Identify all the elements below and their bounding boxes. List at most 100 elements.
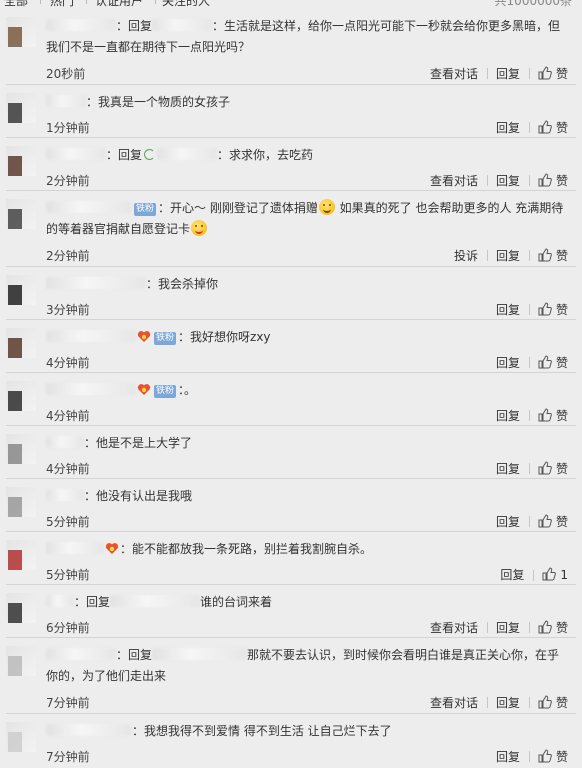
like-button[interactable]: 赞 (528, 694, 568, 711)
avatar[interactable] (6, 275, 36, 305)
like-button[interactable]: 1 (533, 567, 568, 582)
like-button[interactable]: 赞 (528, 119, 568, 136)
reply-link[interactable]: 回复 (487, 407, 529, 424)
comment-time: 4分钟前 (46, 409, 90, 423)
like-count: 赞 (555, 409, 568, 423)
like-count: 赞 (555, 303, 568, 317)
comment-text: ：回复 ：生活就是这样，给你一点阳光可能下一秒就会给你更多黑暗，但我们不是一直都在… (46, 16, 570, 58)
comment-text: ：他没有认出是我哦 (46, 486, 570, 507)
reply-link[interactable]: 回复 (486, 694, 529, 711)
username-blurred[interactable] (46, 201, 132, 213)
avatar[interactable] (6, 434, 36, 464)
username-blurred[interactable] (46, 436, 84, 448)
like-button[interactable]: 赞 (528, 407, 568, 424)
tongue-emoji-icon (191, 220, 208, 236)
comment-item: 铁粉：。 4分钟前 回复 赞 (0, 373, 582, 426)
like-button[interactable]: 赞 (528, 748, 568, 765)
comment-actions: 回复 赞 (487, 460, 568, 477)
username-blurred[interactable] (46, 648, 116, 660)
reply-link[interactable]: 回复 (487, 301, 529, 318)
avatar[interactable] (6, 722, 36, 752)
comment-text: ：我真是一个物质的女孩子 (46, 92, 570, 113)
username-blurred[interactable] (46, 724, 132, 736)
username-blurred[interactable] (46, 489, 84, 501)
comment-text: 铁粉 ：开心～ 刚刚登记了遗体捐赠 如果真的死了 也会帮助更多的人 充满期待的等着… (46, 198, 570, 240)
reply-prefix: ：回复 (106, 148, 143, 162)
comment-body: ：我真是一个物质的女孩子 (86, 95, 231, 109)
comment-time: 5分钟前 (46, 515, 90, 529)
avatar[interactable] (6, 593, 36, 623)
reply-target-blurred[interactable] (110, 595, 201, 607)
tab-following[interactable]: 关注的人 (162, 0, 210, 9)
reply-link[interactable]: 回复 (486, 619, 529, 636)
like-button[interactable]: 赞 (528, 172, 568, 189)
avatar[interactable] (6, 328, 36, 358)
like-count: 赞 (555, 621, 568, 635)
tab-divider (40, 0, 41, 4)
comment-actions: 查看对话 回复 赞 (421, 619, 568, 636)
reply-link[interactable]: 回复 (486, 247, 529, 264)
thumbs-up-icon (538, 514, 556, 529)
report-link[interactable]: 投诉 (445, 247, 487, 264)
tab-divider (86, 0, 87, 4)
username-blurred[interactable] (46, 148, 106, 160)
avatar[interactable] (6, 199, 36, 229)
username-blurred[interactable] (46, 277, 146, 289)
username-blurred[interactable] (46, 595, 74, 607)
like-button[interactable]: 赞 (528, 247, 568, 264)
username-blurred[interactable] (46, 330, 136, 342)
comment-time: 3分钟前 (46, 303, 90, 317)
like-button[interactable]: 赞 (528, 513, 568, 530)
comment-item: 铁粉 ：开心～ 刚刚登记了遗体捐赠 如果真的死了 也会帮助更多的人 充满期待的等着… (0, 191, 582, 267)
reply-target-blurred[interactable] (157, 148, 218, 160)
comment-text: ：我想我得不到爱情 得不到生活 让自己烂下去了 (46, 721, 570, 742)
filter-tabs: 全部 热门 认证用户 关注的人 共1000000条 (0, 0, 582, 9)
comment-text: ：回复 那就不要去认识，到时候你会看明白谁是真正关心你，在乎你的，为了他们走出来 (46, 645, 570, 687)
comment-actions: 回复 赞 (487, 354, 568, 371)
reply-link[interactable]: 回复 (487, 748, 529, 765)
reply-link[interactable]: 回复 (487, 354, 529, 371)
like-count: 赞 (555, 67, 568, 81)
reply-link[interactable]: 回复 (487, 460, 529, 477)
avatar[interactable] (6, 540, 36, 570)
avatar[interactable] (6, 17, 36, 47)
tab-verified-users[interactable]: 认证用户 (95, 0, 143, 9)
tab-hot[interactable]: 热门 (50, 0, 74, 9)
reply-target-blurred[interactable] (152, 19, 213, 31)
reply-link[interactable]: 回复 (486, 172, 529, 189)
view-conversation-link[interactable]: 查看对话 (421, 694, 487, 711)
like-button[interactable]: 赞 (528, 619, 568, 636)
avatar[interactable] (6, 93, 36, 123)
username-blurred[interactable] (46, 19, 116, 31)
username-blurred[interactable] (46, 95, 86, 107)
comment-text: ：能不能都放我一条死路，别拦着我割腕自杀。 (46, 539, 570, 560)
total-count: 共1000000条 (494, 0, 572, 8)
comment-body: ：能不能都放我一条死路，别拦着我割腕自杀。 (120, 542, 373, 556)
view-conversation-link[interactable]: 查看对话 (421, 172, 487, 189)
view-conversation-link[interactable]: 查看对话 (421, 65, 487, 82)
comment-item: ：回复 那就不要去认识，到时候你会看明白谁是真正关心你，在乎你的，为了他们走出来 7… (0, 638, 582, 714)
like-button[interactable]: 赞 (528, 354, 568, 371)
reply-target-blurred[interactable] (152, 648, 248, 660)
avatar[interactable] (6, 146, 36, 176)
avatar[interactable] (6, 381, 36, 411)
tab-all[interactable]: 全部 (4, 0, 28, 9)
username-blurred[interactable] (46, 542, 104, 554)
like-button[interactable]: 赞 (528, 65, 568, 82)
fan-badge: 铁粉 (154, 332, 177, 345)
reply-link[interactable]: 回复 (486, 65, 529, 82)
username-blurred[interactable] (46, 383, 136, 395)
view-conversation-link[interactable]: 查看对话 (421, 619, 487, 636)
avatar[interactable] (6, 646, 36, 676)
comment-body: ：我好想你呀zxy (178, 330, 271, 344)
like-count: 赞 (555, 515, 568, 529)
like-count: 赞 (555, 462, 568, 476)
like-button[interactable]: 赞 (528, 301, 568, 318)
reply-link[interactable]: 回复 (491, 566, 533, 583)
avatar[interactable] (6, 487, 36, 517)
reply-link[interactable]: 回复 (487, 119, 529, 136)
reply-link[interactable]: 回复 (487, 513, 529, 530)
comment-actions: 回复 赞 (487, 748, 568, 765)
like-button[interactable]: 赞 (528, 460, 568, 477)
reply-prefix: ：回复 (116, 19, 153, 33)
